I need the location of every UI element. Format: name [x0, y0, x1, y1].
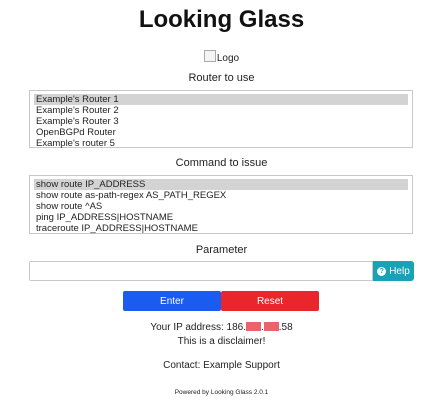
enter-button[interactable]: Enter [123, 291, 221, 311]
router-option[interactable]: Example's Router 1 [34, 94, 408, 105]
disclaimer-text: This is a disclaimer! [177, 336, 266, 347]
router-option[interactable]: Example's Router 3 [34, 116, 408, 127]
page-title: Looking Glass [138, 6, 305, 33]
command-option[interactable]: ping IP_ADDRESS|HOSTNAME [34, 212, 408, 223]
command-option[interactable]: show route ^AS [34, 201, 408, 212]
router-option[interactable]: Example's router 5 [34, 138, 408, 149]
parameter-input[interactable] [29, 261, 373, 281]
reset-button[interactable]: Reset [221, 291, 319, 311]
ip-prefix: Your IP address: 186. [150, 322, 246, 333]
redacted-block [263, 322, 279, 331]
logo-alt-text: Logo [216, 53, 240, 64]
ip-suffix: .58 [278, 322, 293, 333]
help-label: Help [389, 265, 410, 277]
parameter-label: Parameter [195, 244, 248, 256]
router-select[interactable]: Example's Router 1 Example's Router 2 Ex… [29, 90, 413, 149]
redacted-block [245, 322, 261, 331]
help-button[interactable]: ? Help [373, 261, 414, 281]
command-option[interactable]: show route as-path-regex AS_PATH_REGEX [34, 190, 408, 201]
router-option[interactable]: OpenBGPd Router [34, 127, 408, 138]
powered-by-text: Powered by Looking Glass 2.0.1 [174, 389, 269, 396]
logo: Logo [0, 50, 443, 64]
command-select[interactable]: show route IP_ADDRESS show route as-path… [29, 175, 413, 234]
broken-image-icon [203, 50, 216, 62]
question-circle-icon: ? [377, 266, 387, 276]
command-option[interactable]: show route IP_ADDRESS [34, 179, 408, 190]
ip-address-text: Your IP address: 186.. .58 [0, 322, 443, 333]
router-option[interactable]: Example's Router 2 [34, 105, 408, 116]
command-label: Command to issue [175, 157, 268, 169]
router-label: Router to use [188, 72, 255, 84]
command-option[interactable]: traceroute IP_ADDRESS|HOSTNAME [34, 223, 408, 234]
contact-link[interactable]: Contact: Example Support [0, 360, 443, 371]
